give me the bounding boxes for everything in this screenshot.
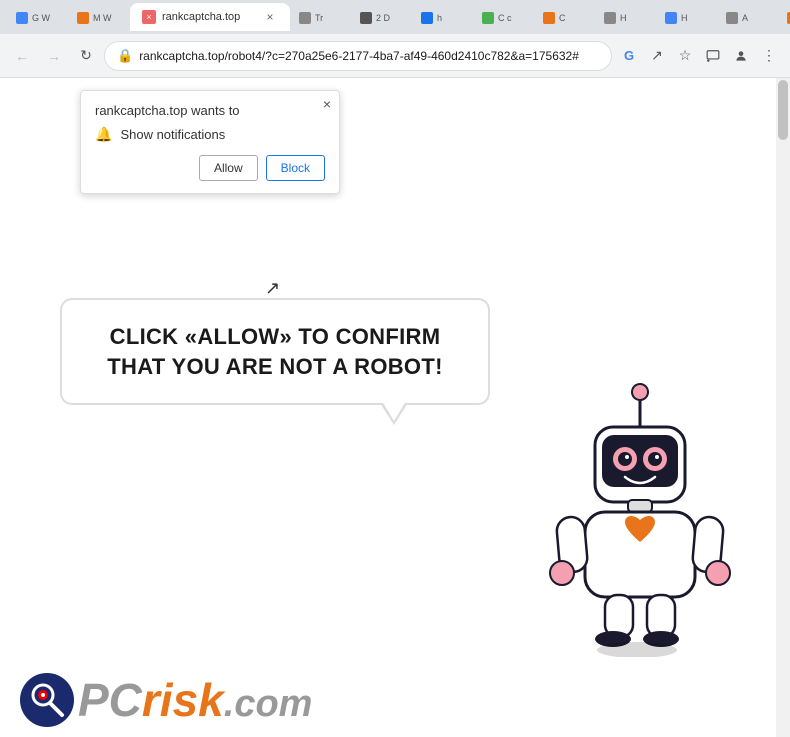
tab-tr-label: Tr	[315, 13, 323, 23]
tab-a-label: A	[742, 13, 748, 23]
allow-button[interactable]: Allow	[199, 155, 258, 181]
speech-bubble-wrapper: CLICK «ALLOW» TO CONFIRM THAT YOU ARE NO…	[60, 298, 490, 405]
popup-close-button[interactable]: ×	[323, 97, 331, 111]
google-apps-button[interactable]: G	[616, 43, 642, 69]
tab-c2-favicon	[543, 12, 555, 24]
tab-tr[interactable]: Tr	[291, 5, 351, 31]
share-button[interactable]: ↗	[644, 43, 670, 69]
tab-c1[interactable]: C c	[474, 5, 534, 31]
popup-buttons: Allow Block	[95, 155, 325, 181]
speech-bubble: CLICK «ALLOW» TO CONFIRM THAT YOU ARE NO…	[60, 298, 490, 405]
tab-m-label: M W	[93, 13, 112, 23]
page-area: rankcaptcha.top wants to × 🔔 Show notifi…	[0, 78, 790, 737]
active-tab-close[interactable]: ×	[262, 9, 278, 25]
tab-h3-label: H	[681, 13, 688, 23]
address-bar[interactable]: 🔒 rankcaptcha.top/robot4/?c=270a25e6-217…	[104, 41, 612, 71]
pcrisk-logo: PCrisk.com	[20, 673, 312, 727]
google-icon: G	[624, 48, 634, 63]
active-tab-title: rankcaptcha.top	[162, 11, 256, 23]
bubble-text: CLICK «ALLOW» TO CONFIRM THAT YOU ARE NO…	[94, 322, 456, 381]
tab-c2-label: C	[559, 13, 566, 23]
block-button[interactable]: Block	[266, 155, 325, 181]
tab-a[interactable]: A	[718, 5, 778, 31]
browser-frame: G W M W × rankcaptcha.top × Tr 2 D	[0, 0, 790, 737]
reload-button[interactable]: ↻	[72, 42, 100, 70]
tab-g[interactable]: G W	[8, 5, 68, 31]
tab-h1-favicon	[421, 12, 433, 24]
popup-title: rankcaptcha.top wants to	[95, 103, 325, 118]
tab-c1-favicon	[482, 12, 494, 24]
url-text: rankcaptcha.top/robot4/?c=270a25e6-2177-…	[139, 49, 599, 63]
popup-permission-text: Show notifications	[120, 127, 225, 142]
cursor-indicator: ↗	[265, 278, 280, 299]
tab-m-favicon	[77, 12, 89, 24]
tab-h1[interactable]: h	[413, 5, 473, 31]
active-tab-favicon: ×	[142, 10, 156, 24]
pc-text: PC	[78, 674, 142, 726]
tab-h1-label: h	[437, 13, 442, 23]
toolbar-actions: G ↗ ☆ ⋮	[616, 43, 782, 69]
bookmark-button[interactable]: ☆	[672, 43, 698, 69]
pcrisk-icon	[20, 673, 74, 727]
robot-illustration	[540, 377, 740, 657]
notification-popup: rankcaptcha.top wants to × 🔔 Show notifi…	[80, 90, 340, 194]
tab-c2[interactable]: C	[535, 5, 595, 31]
menu-button[interactable]: ⋮	[756, 43, 782, 69]
pcrisk-text-wrapper: PCrisk.com	[78, 673, 312, 727]
tab-m[interactable]: M W	[69, 5, 129, 31]
tab-d-favicon	[360, 12, 372, 24]
tab-group: G W M W × rankcaptcha.top × Tr 2 D	[8, 3, 790, 31]
tab-h3-favicon	[665, 12, 677, 24]
tab-h2-label: H	[620, 13, 627, 23]
cast-button[interactable]	[700, 43, 726, 69]
lock-icon: 🔒	[117, 48, 133, 64]
popup-permission-row: 🔔 Show notifications	[95, 126, 325, 143]
back-button[interactable]: ←	[8, 42, 36, 70]
tab-c1-label: C c	[498, 13, 512, 23]
tab-h2[interactable]: H	[596, 5, 656, 31]
tab-g-label: G W	[32, 13, 50, 23]
tab-d-label: 2 D	[376, 13, 390, 23]
tab-h3[interactable]: H	[657, 5, 717, 31]
tab-h2-favicon	[604, 12, 616, 24]
tab-d[interactable]: 2 D	[352, 5, 412, 31]
scrollbar[interactable]	[776, 78, 790, 737]
tab-g-favicon	[16, 12, 28, 24]
bell-icon: 🔔	[95, 126, 112, 143]
tab-a-favicon	[726, 12, 738, 24]
profile-button[interactable]	[728, 43, 754, 69]
tab-active[interactable]: × rankcaptcha.top ×	[130, 3, 290, 31]
risk-text: risk	[142, 674, 224, 726]
tab-tr-favicon	[299, 12, 311, 24]
tab-c3[interactable]: C c	[779, 5, 790, 31]
com-text: .com	[224, 683, 313, 725]
scrollbar-thumb[interactable]	[778, 80, 788, 140]
title-bar: G W M W × rankcaptcha.top × Tr 2 D	[0, 0, 790, 34]
forward-button[interactable]: →	[40, 42, 68, 70]
toolbar: ← → ↻ 🔒 rankcaptcha.top/robot4/?c=270a25…	[0, 34, 790, 78]
